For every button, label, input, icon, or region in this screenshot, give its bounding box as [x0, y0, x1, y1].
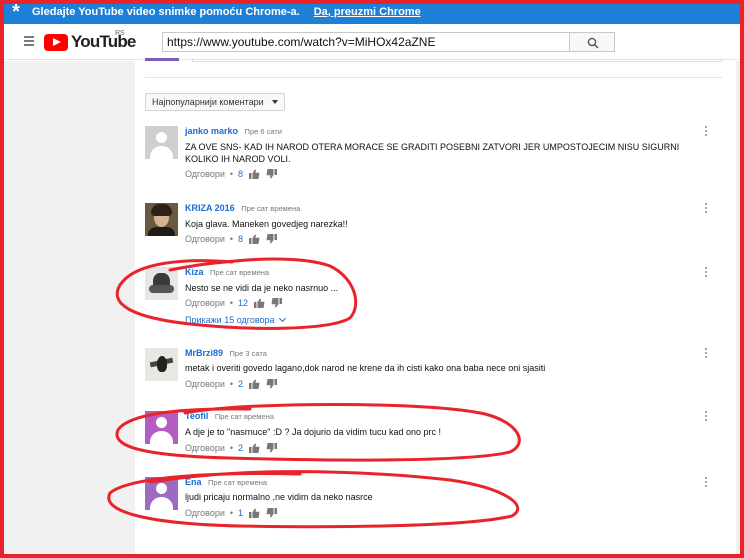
separator-dot: •: [229, 298, 234, 308]
thumbs-up-icon[interactable]: [249, 169, 260, 179]
more-actions-icon[interactable]: [705, 348, 709, 360]
separator-dot: •: [229, 443, 234, 453]
promo-message: Gledajte YouTube video snimke pomoću Chr…: [32, 6, 300, 18]
comment-actions: Одговори • 8: [185, 234, 278, 244]
chrome-promo-bar: * Gledajte YouTube video snimke pomoću C…: [0, 0, 744, 24]
avatar[interactable]: [145, 477, 178, 510]
logo-wordmark: YouTube: [71, 32, 136, 51]
youtube-play-icon: [44, 33, 68, 51]
comment-actions: Одговори • 2: [185, 443, 278, 453]
comment-time[interactable]: Пре 3 сата: [230, 349, 267, 358]
reply-button[interactable]: Одговори: [185, 443, 225, 453]
more-actions-icon[interactable]: [705, 477, 709, 489]
more-actions-icon[interactable]: [705, 267, 709, 279]
thumbs-down-icon[interactable]: [266, 379, 278, 389]
chevron-down-icon: [278, 314, 286, 323]
comment-author[interactable]: Kiza: [185, 267, 204, 277]
like-count: 2: [238, 443, 244, 453]
masthead: YouTube RS https://www.youtube.com/watch…: [0, 24, 744, 60]
thumbs-down-icon[interactable]: [266, 169, 278, 179]
more-actions-icon[interactable]: [705, 411, 709, 423]
avatar[interactable]: [145, 126, 178, 159]
comment-text: ljudi pricaju normalno ,ne vidim da neko…: [185, 492, 373, 502]
avatar[interactable]: [145, 267, 178, 300]
thumbs-up-icon[interactable]: [254, 298, 265, 308]
comment-time[interactable]: Пре сат времена: [215, 412, 274, 421]
more-actions-icon[interactable]: [705, 203, 709, 215]
more-actions-icon[interactable]: [705, 126, 709, 138]
show-replies-button[interactable]: Прикажи 15 одговора: [185, 314, 286, 325]
show-replies-label: Прикажи 15 одговора: [185, 315, 275, 325]
comment-text: ZA OVE SNS- KAD IH NAROD OTERA MORACE SE…: [185, 142, 680, 164]
caret-down-icon: [271, 100, 278, 104]
search-input[interactable]: https://www.youtube.com/watch?v=MiHOx42a…: [162, 32, 570, 52]
comment-author[interactable]: MrBrzi89: [185, 348, 223, 358]
comment-text: metak i overiti govedo lagano,dok narod …: [185, 363, 546, 373]
comment-actions: Одговори • 1: [185, 508, 278, 518]
divider: [145, 77, 722, 78]
comment-author[interactable]: janko marko: [185, 126, 238, 136]
comment-text: Koja glava. Maneken govedjeg narezka!!: [185, 219, 348, 229]
thumbs-down-icon[interactable]: [266, 234, 278, 244]
comment-text: Nesto se ne vidi da je neko nasrnuo ...: [185, 283, 339, 293]
comment-actions: Одговори • 8: [185, 169, 278, 179]
comment-author[interactable]: Ena: [185, 477, 202, 487]
separator-dot: •: [229, 508, 234, 518]
avatar[interactable]: [145, 348, 178, 381]
sort-comments-dropdown[interactable]: Најпопуларнији коментари: [145, 93, 285, 111]
region-code: RS: [115, 30, 125, 37]
comment-time[interactable]: Пре сат времена: [210, 268, 269, 277]
like-count: 8: [238, 169, 244, 179]
like-count: 1: [238, 508, 244, 518]
separator-dot: •: [229, 379, 234, 389]
comment-author[interactable]: Teofil: [185, 411, 208, 421]
download-chrome-link[interactable]: Da, preuzmi Chrome: [314, 6, 421, 18]
like-count: 2: [238, 379, 244, 389]
reply-button[interactable]: Одговори: [185, 298, 225, 308]
search-icon: [587, 37, 599, 49]
star-icon: *: [12, 1, 20, 23]
reply-button[interactable]: Одговори: [185, 234, 225, 244]
comment-time[interactable]: Пре сат времена: [208, 478, 267, 487]
search-button[interactable]: [569, 32, 615, 52]
reply-button[interactable]: Одговори: [185, 169, 225, 179]
thumbs-up-icon[interactable]: [249, 234, 260, 244]
comment-time[interactable]: Пре сат времена: [241, 204, 300, 213]
comment-actions: Одговори • 2: [185, 379, 278, 389]
comment-text: A dje je to "nasrnuce" :D ? Ja dojurio d…: [185, 427, 442, 437]
separator-dot: •: [229, 169, 234, 179]
youtube-logo[interactable]: YouTube RS: [44, 30, 136, 52]
like-count: 8: [238, 234, 244, 244]
add-comment-field[interactable]: [192, 58, 722, 62]
thumbs-down-icon[interactable]: [271, 298, 283, 308]
own-avatar-edge: [145, 58, 179, 61]
thumbs-up-icon[interactable]: [249, 508, 260, 518]
comment-actions: Одговори • 12: [185, 298, 283, 308]
comment-author[interactable]: KRIZA 2016: [185, 203, 235, 213]
sort-label: Најпопуларнији коментари: [152, 97, 264, 107]
thumbs-down-icon[interactable]: [266, 508, 278, 518]
thumbs-up-icon[interactable]: [249, 379, 260, 389]
reply-button[interactable]: Одговори: [185, 508, 225, 518]
separator-dot: •: [229, 234, 234, 244]
avatar[interactable]: [145, 411, 178, 444]
comment-time[interactable]: Пре 6 сати: [245, 127, 282, 136]
like-count: 12: [238, 298, 249, 308]
thumbs-up-icon[interactable]: [249, 443, 260, 453]
avatar[interactable]: [145, 203, 178, 236]
menu-icon[interactable]: [24, 36, 34, 46]
reply-button[interactable]: Одговори: [185, 379, 225, 389]
thumbs-down-icon[interactable]: [266, 443, 278, 453]
